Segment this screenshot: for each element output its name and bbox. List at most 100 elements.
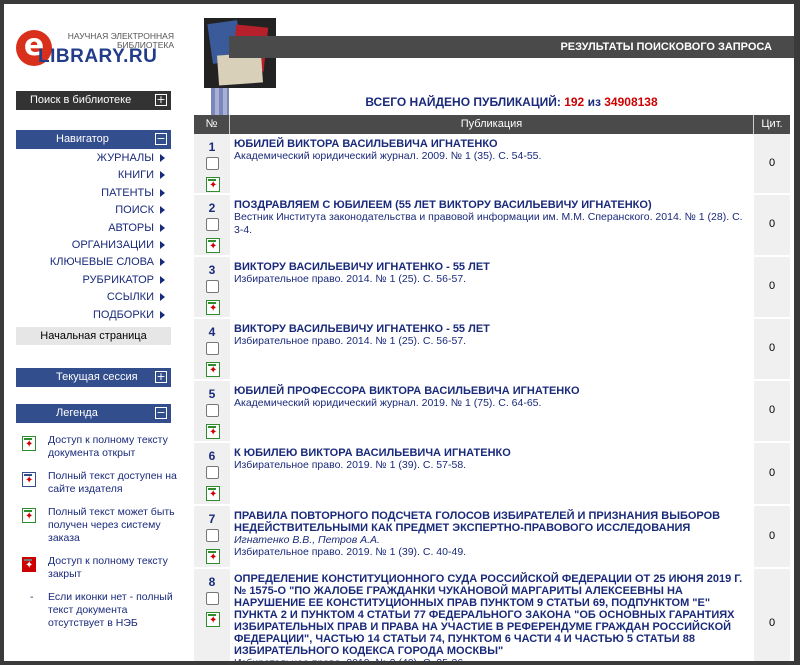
navigator-item[interactable]: ПОИСК [16,202,171,219]
expand-icon[interactable]: + [155,94,167,106]
home-page-link[interactable]: Начальная страница [16,327,171,345]
pdf-open-icon[interactable]: ✦ [206,177,220,192]
column-header-citations[interactable]: Цит. [754,115,790,134]
navigator-item[interactable]: ОРГАНИЗАЦИИ [16,237,171,254]
legend-item: ✦ Полный текст доступен на сайте издателя [22,470,177,496]
citations-count[interactable]: 0 [754,157,790,169]
citations-cell: 0 [754,506,790,567]
search-panel-label: Поиск в библиотеке [30,94,132,106]
table-row: 7 ✦ ПРАВИЛА ПОВТОРНОГО ПОДСЧЕТА ГОЛОСОВ ИЗ… [194,506,790,569]
publication-title-link[interactable]: ЮБИЛЕЙ ПРОФЕССОРА ВИКТОРА ВАСИЛЬЕВИЧА ИГ… [234,385,748,397]
publication-source-link[interactable]: Избирательное право. 2019. № 1 (39). С. … [234,459,748,472]
citations-count[interactable]: 0 [754,218,790,230]
pdf-order-icon: ✦ [22,508,36,523]
citations-count[interactable]: 0 [754,280,790,292]
pdf-open-icon: ✦ [22,436,36,451]
total-of: из [587,95,601,109]
legend-panel-header[interactable]: Легенда − [16,404,171,423]
row-number: 5 [208,387,216,401]
navigator-item[interactable]: РУБРИКАТОР [16,272,171,289]
total-found: ВСЕГО НАЙДЕНО ПУБЛИКАЦИЙ: 192 из 3490813… [229,95,794,109]
citations-count[interactable]: 0 [754,617,790,629]
publication-cell: К ЮБИЛЕЮ ВИКТОРА ВАСИЛЬЕВИЧА ИГНАТЕНКО Из… [234,443,748,480]
publication-title-link[interactable]: ВИКТОРУ ВАСИЛЬЕВИЧУ ИГНАТЕНКО - 55 ЛЕТ [234,323,748,335]
row-number: 2 [208,201,216,215]
publication-source-link[interactable]: Избирательное право. 2014. № 1 (25). С. … [234,273,748,286]
legend-text: Полный текст доступен на сайте издателя [48,470,177,495]
collapse-icon[interactable]: − [155,407,167,419]
select-checkbox[interactable] [206,592,219,605]
publication-source-link[interactable]: Избирательное право. 2019. № 1 (39). С. … [234,546,748,559]
legend-item: ✦ Полный текст может быть получен через с… [22,506,177,545]
pdf-open-icon[interactable]: ✦ [206,238,220,253]
publication-authors: Игнатенко В.В., Петров А.А. [234,534,380,546]
table-body: 1 ✦ ЮБИЛЕЙ ВИКТОРА ВАСИЛЬЕВИЧА ИГНАТЕНКО Ак… [194,134,790,661]
publication-title-link[interactable]: ВИКТОРУ ВАСИЛЬЕВИЧУ ИГНАТЕНКО - 55 ЛЕТ [234,261,748,273]
row-number: 3 [208,263,216,277]
publication-title-link[interactable]: ОПРЕДЕЛЕНИЕ КОНСТИТУЦИОННОГО СУДА РОССИЙ… [234,573,748,657]
navigator-panel-label: Навигатор [56,133,109,145]
legend-list: ✦ Доступ к полному тексту документа откры… [22,434,177,640]
publication-source-link[interactable]: Избирательное право. 2014. № 1 (25). С. … [234,335,748,348]
table-row: 2 ✦ ПОЗДРАВЛЯЕМ С ЮБИЛЕЕМ (55 ЛЕТ ВИКТОРУ … [194,195,790,257]
pdf-open-icon[interactable]: ✦ [206,486,220,501]
navigator-item[interactable]: ЖУРНАЛЫ [16,150,171,167]
search-panel-header[interactable]: Поиск в библиотеке + [16,91,171,110]
select-checkbox[interactable] [206,280,219,293]
navigator-item[interactable]: КЛЮЧЕВЫЕ СЛОВА [16,254,171,271]
collapse-icon[interactable]: − [155,133,167,145]
navigator-item-label: ОРГАНИЗАЦИИ [71,238,154,251]
legend-item: ✦ Доступ к полному тексту закрыт [22,555,177,581]
publication-source-link[interactable]: Академический юридический журнал. 2019. … [234,397,748,410]
arrow-right-icon [160,188,165,197]
citations-count[interactable]: 0 [754,530,790,542]
arrow-right-icon [160,310,165,319]
navigator-item-label: КНИГИ [117,169,154,182]
navigator-item[interactable]: КНИГИ [16,167,171,184]
select-checkbox[interactable] [206,466,219,479]
citations-cell: 0 [754,134,790,193]
navigator-item-label: ПОДБОРКИ [93,308,154,321]
elibrary-logo[interactable]: e НАУЧНАЯ ЭЛЕКТРОННАЯ БИБЛИОТЕКА LIBRARY… [16,30,176,76]
table-row: 6 ✦ К ЮБИЛЕЮ ВИКТОРА ВАСИЛЬЕВИЧА ИГНАТЕНКО… [194,443,790,506]
pdf-open-icon[interactable]: ✦ [206,612,220,627]
table-row: 5 ✦ ЮБИЛЕЙ ПРОФЕССОРА ВИКТОРА ВАСИЛЬЕВИЧА … [194,381,790,443]
expand-icon[interactable]: + [155,371,167,383]
navigator-item-label: ЖУРНАЛЫ [96,152,154,164]
publication-title-link[interactable]: ПРАВИЛА ПОВТОРНОГО ПОДСЧЕТА ГОЛОСОВ ИЗБИ… [234,510,748,534]
publication-source-link[interactable]: Академический юридический журнал. 2009. … [234,150,748,163]
pdf-open-icon[interactable]: ✦ [206,549,220,564]
navigator-item[interactable]: ПОДБОРКИ [16,307,171,324]
navigator-list: ЖУРНАЛЫ КНИГИ ПАТЕНТЫ ПОИСК АВТОРЫ ОРГАНИЗАЦИ… [16,150,171,324]
publication-title-link[interactable]: ПОЗДРАВЛЯЕМ С ЮБИЛЕЕМ (55 ЛЕТ ВИКТОРУ ВА… [234,199,748,211]
column-header-publication[interactable]: Публикация [230,115,754,134]
citations-count[interactable]: 0 [754,467,790,479]
publication-title-link[interactable]: К ЮБИЛЕЮ ВИКТОРА ВАСИЛЬЕВИЧА ИГНАТЕНКО [234,447,748,459]
arrow-right-icon [160,171,165,180]
navigator-panel-header[interactable]: Навигатор − [16,130,171,149]
select-checkbox[interactable] [206,529,219,542]
navigator-item[interactable]: АВТОРЫ [16,220,171,237]
navigator-item[interactable]: ССЫЛКИ [16,289,171,306]
publication-source-link[interactable]: Вестник Института законодательства и пра… [234,211,748,237]
row-number-cell: 6 ✦ [194,443,230,504]
navigator-item[interactable]: ПАТЕНТЫ [16,185,171,202]
total-count: 34908138 [604,95,658,109]
select-checkbox[interactable] [206,157,219,170]
pdf-open-icon[interactable]: ✦ [206,424,220,439]
select-checkbox[interactable] [206,404,219,417]
citations-count[interactable]: 0 [754,342,790,354]
column-header-num[interactable]: № [194,115,230,134]
pdf-open-icon[interactable]: ✦ [206,300,220,315]
publication-source-link[interactable]: Избирательное право. 2019. № 2 (40). С. … [234,657,748,661]
session-panel-header[interactable]: Текущая сессия + [16,368,171,387]
publication-title-link[interactable]: ЮБИЛЕЙ ВИКТОРА ВАСИЛЬЕВИЧА ИГНАТЕНКО [234,138,748,150]
publication-cell: ВИКТОРУ ВАСИЛЬЕВИЧУ ИГНАТЕНКО - 55 ЛЕТ Из… [234,319,748,356]
table-row: 3 ✦ ВИКТОРУ ВАСИЛЬЕВИЧУ ИГНАТЕНКО - 55 ЛЕТ… [194,257,790,319]
arrow-right-icon [160,154,165,163]
legend-text: Доступ к полному тексту документа открыт [48,434,168,459]
pdf-open-icon[interactable]: ✦ [206,362,220,377]
citations-count[interactable]: 0 [754,404,790,416]
select-checkbox[interactable] [206,342,219,355]
select-checkbox[interactable] [206,218,219,231]
